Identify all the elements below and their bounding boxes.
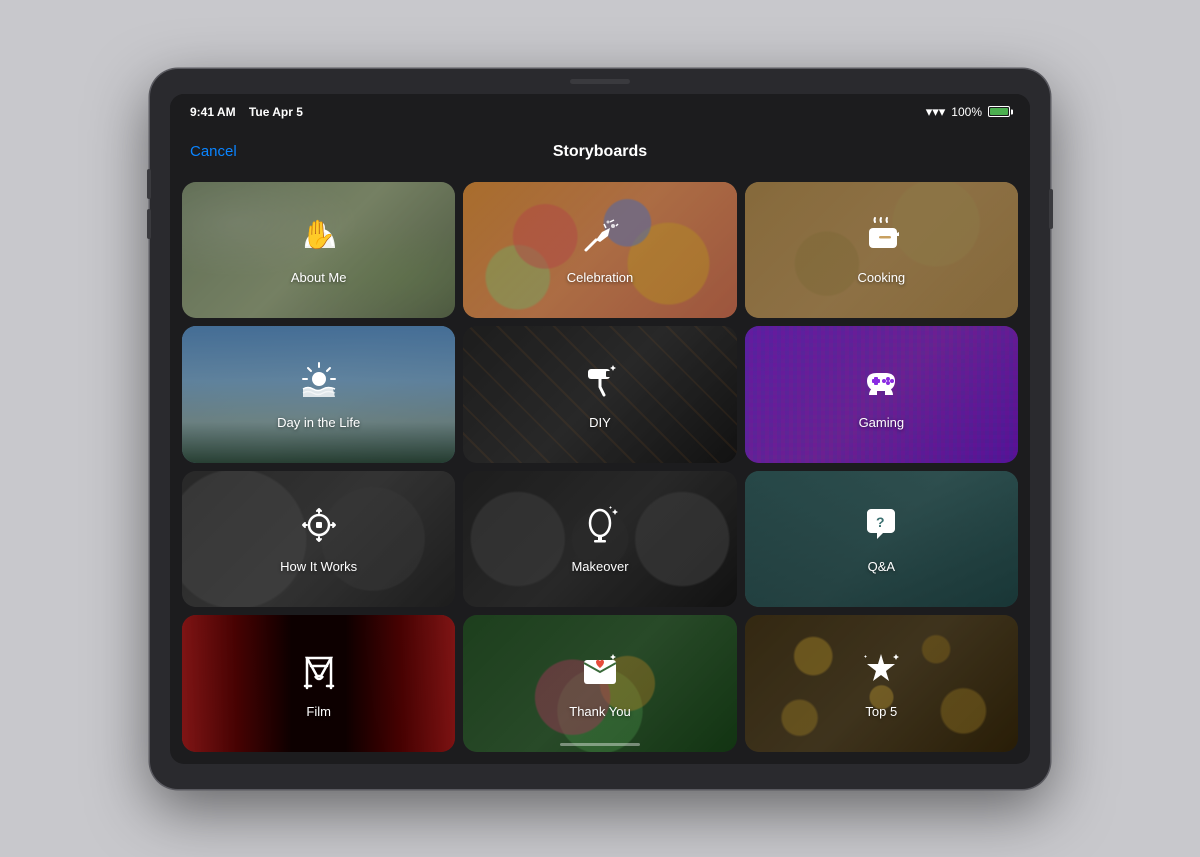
ipad-device: 9:41 AM Tue Apr 5 ▾▾▾ 100% Cancel Storyb… (150, 69, 1050, 789)
gaming-label: Gaming (859, 415, 905, 430)
battery-fill (990, 108, 1008, 115)
grid-item-gaming[interactable]: Gaming (745, 326, 1018, 463)
top-5-label: Top 5 (865, 704, 897, 719)
top-5-icon (859, 648, 903, 698)
day-in-life-label: Day in the Life (277, 415, 360, 430)
volume-up-button[interactable] (147, 169, 151, 199)
grid-item-cooking[interactable]: Cooking (745, 182, 1018, 319)
day-in-life-content: Day in the Life (277, 359, 360, 430)
volume-down-button[interactable] (147, 209, 151, 239)
page-title: Storyboards (553, 143, 647, 161)
makeover-icon (578, 503, 622, 553)
qa-icon: ? (859, 503, 903, 553)
film-icon (297, 648, 341, 698)
day-in-life-icon (297, 359, 341, 409)
qa-label: Q&A (868, 559, 895, 574)
about-me-label: About Me (291, 270, 347, 285)
thank-you-content: Thank You (569, 648, 630, 719)
grid-item-how-it-works[interactable]: How It Works (182, 471, 455, 608)
storyboard-grid: ✋ About Me (170, 174, 1030, 764)
grid-item-diy[interactable]: DIY (463, 326, 736, 463)
grid-item-day-in-life[interactable]: Day in the Life (182, 326, 455, 463)
gaming-content: Gaming (859, 359, 905, 430)
celebration-label: Celebration (567, 270, 634, 285)
about-me-icon: ✋ (297, 214, 341, 264)
status-indicators: ▾▾▾ 100% (926, 104, 1010, 120)
cooking-label: Cooking (857, 270, 905, 285)
makeover-content: Makeover (571, 503, 628, 574)
grid-item-thank-you[interactable]: Thank You (463, 615, 736, 752)
cancel-button[interactable]: Cancel (190, 143, 237, 160)
grid-item-top-5[interactable]: Top 5 (745, 615, 1018, 752)
celebration-icon (578, 214, 622, 264)
diy-label: DIY (589, 415, 611, 430)
how-it-works-icon (297, 503, 341, 553)
status-date: Tue Apr 5 (249, 105, 303, 119)
nav-bar: Cancel Storyboards (170, 130, 1030, 174)
battery-icon (988, 106, 1010, 117)
film-label: Film (306, 704, 331, 719)
diy-icon (578, 359, 622, 409)
power-button[interactable] (1049, 189, 1053, 229)
top-5-content: Top 5 (859, 648, 903, 719)
svg-text:✋: ✋ (301, 218, 336, 250)
makeover-label: Makeover (571, 559, 628, 574)
status-time-date: 9:41 AM Tue Apr 5 (190, 105, 303, 119)
how-it-works-content: How It Works (280, 503, 357, 574)
grid-item-makeover[interactable]: Makeover (463, 471, 736, 608)
status-time: 9:41 AM (190, 105, 236, 119)
status-bar: 9:41 AM Tue Apr 5 ▾▾▾ 100% (170, 94, 1030, 130)
grid-item-about-me[interactable]: ✋ About Me (182, 182, 455, 319)
thank-you-label: Thank You (569, 704, 630, 719)
grid-item-qa[interactable]: ? Q&A (745, 471, 1018, 608)
grid-item-celebration[interactable]: Celebration (463, 182, 736, 319)
film-content: Film (297, 648, 341, 719)
wifi-icon: ▾▾▾ (926, 104, 946, 120)
svg-text:?: ? (876, 514, 885, 530)
ipad-screen: 9:41 AM Tue Apr 5 ▾▾▾ 100% Cancel Storyb… (170, 94, 1030, 764)
cooking-content: Cooking (857, 214, 905, 285)
thank-you-icon (578, 648, 622, 698)
qa-content: ? Q&A (859, 503, 903, 574)
cooking-icon (859, 214, 903, 264)
grid-item-film[interactable]: Film (182, 615, 455, 752)
scroll-indicator (560, 743, 640, 746)
celebration-content: Celebration (567, 214, 634, 285)
diy-content: DIY (578, 359, 622, 430)
gaming-icon (859, 359, 903, 409)
how-it-works-label: How It Works (280, 559, 357, 574)
battery-percent: 100% (951, 105, 982, 119)
about-me-content: ✋ About Me (291, 214, 347, 285)
